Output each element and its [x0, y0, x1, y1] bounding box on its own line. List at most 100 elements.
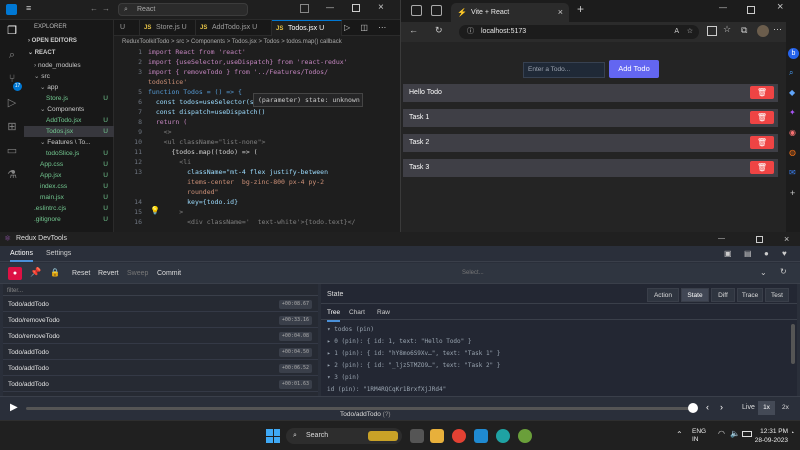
delete-todo-button[interactable]: 🗑	[750, 86, 774, 99]
explorer-item[interactable]: main.jsx U	[24, 192, 114, 203]
state-tree-node[interactable]: ▸ 2 (pin): { id: "_ljz5TMZO9…", text: "T…	[327, 360, 500, 371]
scrollbar[interactable]	[791, 324, 795, 364]
minimize-icon[interactable]: —	[718, 232, 725, 246]
minimize-icon[interactable]: —	[719, 3, 727, 12]
filter-input[interactable]: filter...	[3, 286, 318, 296]
revert-button[interactable]: Revert	[98, 267, 119, 280]
todo-input[interactable]: Enter a Todo...	[523, 62, 605, 78]
split-screen-icon[interactable]	[707, 26, 717, 36]
chrome-icon[interactable]	[452, 429, 466, 443]
volume-icon[interactable]: 🔈	[730, 429, 740, 438]
taskbar-search[interactable]: ⌕ Search	[286, 428, 402, 444]
editor-tab[interactable]: JS AddTodo.jsx U	[196, 20, 272, 36]
lock-icon[interactable]: 🔒	[50, 268, 60, 277]
action-item[interactable]: Todo/addTodo +00:06.52	[3, 361, 318, 376]
speed-2x-button[interactable]: 2x	[782, 404, 789, 411]
search-icon[interactable]: ⌕	[5, 48, 19, 62]
windows-start-icon[interactable]	[266, 429, 280, 443]
view-tab-state[interactable]: State	[681, 288, 709, 302]
slider-thumb[interactable]	[688, 403, 698, 413]
explorer-item[interactable]: Store.js U	[24, 93, 114, 104]
play-icon[interactable]: ▶	[10, 402, 18, 413]
split-editor-icon[interactable]: ◫	[360, 23, 368, 32]
shopping-icon[interactable]: ◆	[789, 88, 795, 97]
explorer-item[interactable]: Todos.jsx U	[24, 126, 114, 137]
nav-actions[interactable]: Actions	[10, 246, 33, 262]
run-debug-icon[interactable]: ▷	[5, 96, 19, 110]
view-tab-trace[interactable]: Trace	[737, 288, 763, 302]
lightbulb-icon[interactable]: 💡	[150, 206, 160, 215]
avatar[interactable]	[757, 25, 769, 37]
editor-tab[interactable]: JS Todos.jsx U	[272, 20, 342, 36]
office-icon[interactable]: ◍	[789, 148, 796, 157]
explorer-item[interactable]: ⌄ Components	[24, 104, 114, 115]
explorer-item[interactable]: App.css U	[24, 159, 114, 170]
back-icon[interactable]: ←	[90, 4, 98, 13]
url-field[interactable]: ⓘ localhost:5173 A ☆	[459, 25, 699, 39]
heart-icon[interactable]: ♥	[782, 249, 787, 258]
window-icon[interactable]: ▣	[724, 249, 732, 258]
browser-tab[interactable]: ⚡ Vite + React ×	[451, 3, 569, 22]
code-editor[interactable]: 1 import React from 'react' 2 import {useSe…	[114, 47, 400, 232]
step-forward-icon[interactable]: ›	[720, 402, 723, 412]
minimize-icon[interactable]: —	[326, 3, 334, 12]
wifi-icon[interactable]: ◠	[718, 429, 725, 438]
state-tree-node[interactable]: ▸ 1 (pin): { id: "hY8mo6S9Xv…", text: "T…	[327, 348, 500, 359]
section-open-editors[interactable]: › OPEN EDITORS	[24, 36, 114, 47]
record-icon[interactable]: ●	[8, 267, 22, 280]
favorite-icon[interactable]: ☆	[687, 25, 693, 39]
state-tree-node[interactable]: ▸ 0 (pin): { id: 1, text: "Hello Todo" }	[327, 336, 472, 347]
view-tab-diff[interactable]: Diff	[711, 288, 735, 302]
action-item[interactable]: Todo/addTodo +00:08.67	[3, 297, 318, 312]
state-tree-node[interactable]: ▾ 3 (pin)	[327, 372, 360, 383]
maximize-icon[interactable]	[747, 6, 755, 14]
explorer-item[interactable]: .gitignore U	[24, 214, 114, 225]
time-slider[interactable]	[26, 407, 696, 410]
back-icon[interactable]: ←	[409, 25, 418, 35]
delete-todo-button[interactable]: 🗑	[750, 161, 774, 174]
explorer-item[interactable]: › node_modules	[24, 60, 114, 71]
edge-icon[interactable]	[496, 429, 510, 443]
tab-close-icon[interactable]: ×	[558, 3, 563, 22]
notifications-icon[interactable]: ◔	[790, 430, 794, 437]
new-tab-icon[interactable]: +	[577, 2, 584, 16]
reset-button[interactable]: Reset	[72, 267, 90, 280]
explorer-item[interactable]: todoSlice.js U	[24, 148, 114, 159]
vscode-icon[interactable]	[474, 429, 488, 443]
explorer-item[interactable]: ⌄ Features \ To...	[24, 137, 114, 148]
subtab-raw[interactable]: Raw	[377, 306, 390, 320]
step-back-icon[interactable]: ‹	[706, 402, 709, 412]
editor-tab[interactable]: JS Store.js U	[140, 20, 196, 36]
breadcrumb[interactable]: ReduxToolkitTodo > src > Components > To…	[114, 37, 400, 47]
close-icon[interactable]: ×	[378, 2, 384, 13]
add-icon[interactable]: +	[790, 188, 795, 198]
search-icon[interactable]: ⌕	[789, 68, 793, 78]
action-item[interactable]: Todo/addTodo +00:04.50	[3, 345, 318, 360]
layout-icon[interactable]	[300, 4, 309, 13]
close-icon[interactable]: ×	[777, 1, 783, 13]
explorer-item[interactable]: ⌄ src	[24, 71, 114, 82]
outlook-icon[interactable]: ✉	[789, 168, 796, 177]
task-view-icon[interactable]	[410, 429, 424, 443]
profile-icon[interactable]	[411, 5, 422, 16]
section-react[interactable]: ⌄ REACT	[24, 48, 114, 59]
language-indicator[interactable]: ENG IN	[692, 428, 706, 444]
more-icon[interactable]: ⋯	[378, 23, 386, 32]
add-todo-button[interactable]: Add Todo	[609, 60, 659, 78]
explorer-icon[interactable]: ❐	[5, 24, 19, 38]
explorer-item[interactable]: App.jsx U	[24, 170, 114, 181]
run-icon[interactable]: ▷	[344, 23, 350, 32]
delete-todo-button[interactable]: 🗑	[750, 111, 774, 124]
editor-tab[interactable]: U	[114, 20, 140, 36]
pin-icon[interactable]: 📌	[30, 267, 41, 278]
state-tree-node[interactable]: ▾ todos (pin)	[327, 324, 374, 335]
github-icon[interactable]: ●	[764, 249, 769, 258]
sync-icon[interactable]: ↻	[780, 267, 787, 276]
action-item[interactable]: Todo/addTodo +00:01.63	[3, 377, 318, 392]
chevron-down-icon[interactable]: ⌄	[760, 268, 767, 277]
explorer-item[interactable]: ⌄ app	[24, 82, 114, 93]
sweep-button[interactable]: Sweep	[127, 267, 148, 280]
subtab-tree[interactable]: Tree	[327, 306, 341, 322]
commit-button[interactable]: Commit	[157, 267, 181, 280]
subtab-chart[interactable]: Chart	[349, 306, 365, 320]
